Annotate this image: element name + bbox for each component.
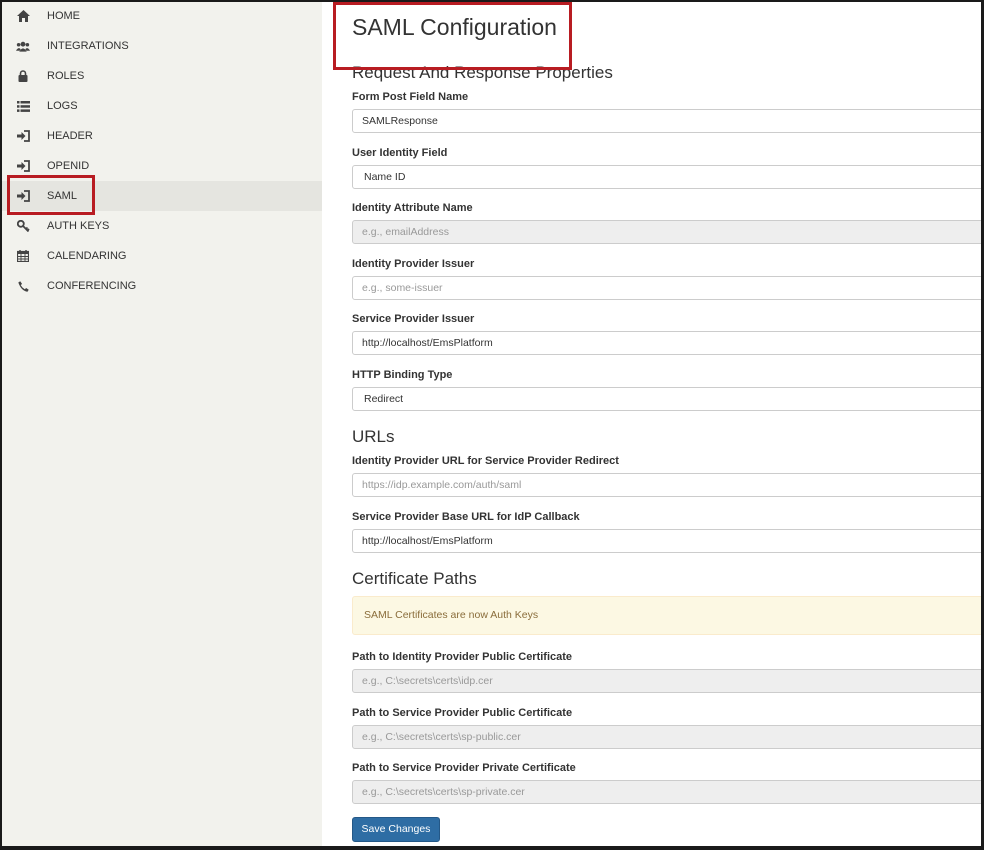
- idp-public-cert-label: Path to Identity Provider Public Certifi…: [352, 651, 573, 663]
- sidebar-item-header[interactable]: HEADER: [2, 121, 322, 151]
- idp-public-cert-input[interactable]: e.g., C:\secrets\certs\idp.cer: [352, 669, 984, 693]
- key-icon: [16, 219, 30, 233]
- sign-in-icon: [16, 129, 30, 143]
- identity-attribute-name-label: Identity Attribute Name: [352, 202, 473, 214]
- sidebar-item-label: CALENDARING: [47, 250, 127, 262]
- lock-icon: [16, 69, 30, 83]
- sidebar-item-label: LOGS: [47, 100, 78, 112]
- sidebar-item-integrations[interactable]: INTEGRATIONS: [2, 31, 322, 61]
- sidebar: HOME INTEGRATIONS ROLES LOGS HEADER OPEN…: [0, 0, 322, 850]
- sidebar-item-roles[interactable]: ROLES: [2, 61, 322, 91]
- home-icon: [16, 9, 30, 23]
- sidebar-item-label: ROLES: [47, 70, 85, 82]
- http-binding-type-select[interactable]: Redirect: [352, 387, 984, 411]
- user-identity-field-label: User Identity Field: [352, 147, 448, 159]
- section-title-urls: URLs: [352, 427, 395, 446]
- identity-provider-issuer-input[interactable]: e.g., some-issuer: [352, 276, 984, 300]
- list-icon: [16, 99, 30, 113]
- sp-public-cert-label: Path to Service Provider Public Certific…: [352, 707, 573, 719]
- sidebar-item-label: AUTH KEYS: [47, 220, 110, 232]
- sidebar-item-logs[interactable]: LOGS: [2, 91, 322, 121]
- form-post-field-name-input[interactable]: SAMLResponse: [352, 109, 984, 133]
- user-identity-field-select[interactable]: Name ID: [352, 165, 984, 189]
- identity-provider-issuer-label: Identity Provider Issuer: [352, 258, 475, 270]
- sp-private-cert-input[interactable]: e.g., C:\secrets\certs\sp-private.cer: [352, 780, 984, 804]
- identity-attribute-name-input[interactable]: e.g., emailAddress: [352, 220, 984, 244]
- sp-private-cert-label: Path to Service Provider Private Certifi…: [352, 762, 576, 774]
- sidebar-item-auth-keys[interactable]: AUTH KEYS: [2, 211, 322, 241]
- sidebar-item-label: HEADER: [47, 130, 93, 142]
- calendar-icon: [16, 249, 30, 263]
- title-highlight-box: [333, 2, 572, 70]
- phone-icon: [16, 279, 30, 293]
- sp-base-url-label: Service Provider Base URL for IdP Callba…: [352, 511, 580, 523]
- save-changes-button[interactable]: Save Changes: [352, 817, 440, 842]
- sidebar-item-calendaring[interactable]: CALENDARING: [2, 241, 322, 271]
- form-post-field-name-label: Form Post Field Name: [352, 91, 469, 103]
- auth-keys-alert: SAML Certificates are now Auth Keys: [352, 596, 984, 635]
- sidebar-item-label: CONFERENCING: [47, 280, 137, 292]
- idp-url-input[interactable]: https://idp.example.com/auth/saml: [352, 473, 984, 497]
- sp-public-cert-input[interactable]: e.g., C:\secrets\certs\sp-public.cer: [352, 725, 984, 749]
- saml-highlight-box: [7, 175, 95, 215]
- section-title-certificates: Certificate Paths: [352, 569, 477, 588]
- sidebar-item-conferencing[interactable]: CONFERENCING: [2, 271, 322, 301]
- users-icon: [16, 39, 30, 53]
- service-provider-issuer-input[interactable]: http://localhost/EmsPlatform: [352, 331, 984, 355]
- http-binding-type-label: HTTP Binding Type: [352, 369, 453, 381]
- sign-in-icon: [16, 159, 30, 173]
- sidebar-item-label: INTEGRATIONS: [47, 40, 129, 52]
- idp-url-label: Identity Provider URL for Service Provid…: [352, 455, 619, 467]
- service-provider-issuer-label: Service Provider Issuer: [352, 313, 475, 325]
- main-content: SAML Configuration Request And Response …: [322, 0, 984, 850]
- sp-base-url-input[interactable]: http://localhost/EmsPlatform: [352, 529, 984, 553]
- sidebar-item-home[interactable]: HOME: [2, 1, 322, 31]
- sidebar-item-label: HOME: [47, 10, 80, 22]
- sidebar-item-label: OPENID: [47, 160, 90, 172]
